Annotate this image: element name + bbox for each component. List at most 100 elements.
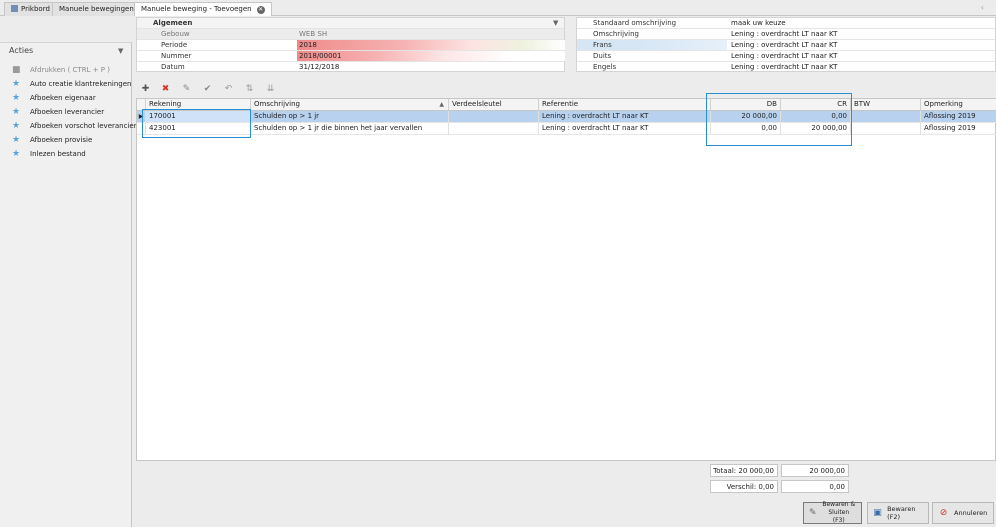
chevron-down-icon[interactable]: ▼	[118, 47, 123, 55]
cell-db[interactable]: 20 000,00	[711, 111, 781, 122]
sort-icon[interactable]: ⇅	[244, 84, 255, 95]
nummer-value: 2018/00001	[299, 52, 342, 60]
action-afdrukken[interactable]: ■ Afdrukken ( CTRL + P )	[12, 64, 110, 76]
undo-icon[interactable]: ↶	[223, 84, 234, 95]
table-row[interactable]: ▶ 170001 Schulden op > 1 jr Lening : ove…	[137, 111, 996, 123]
standaard-omschrijving-select[interactable]: maak uw keuze	[731, 18, 786, 28]
action-label: Afboeken vorschot leverancier	[30, 122, 137, 130]
descriptions-panel: Standaard omschrijving maak uw keuze Oms…	[576, 17, 996, 72]
bookings-grid: Rekening Omschrijving ▲ Verdeelsleutel R…	[136, 98, 996, 461]
save-close-button[interactable]: ✎ Bewaren & Sluiten (F3)	[803, 501, 862, 524]
tab-manuele-bewegingen[interactable]: Manuele bewegingen	[52, 2, 141, 16]
cell-btw[interactable]	[851, 123, 921, 134]
delete-icon[interactable]: ✖	[160, 84, 171, 95]
collapse-icon[interactable]: ‹	[981, 3, 984, 12]
cell-rekening[interactable]: 170001	[146, 111, 251, 122]
action-afboeken-eigenaar[interactable]: ★ Afboeken eigenaar	[12, 92, 96, 104]
action-label: Afboeken leverancier	[30, 108, 105, 116]
filter-icon[interactable]: ⇊	[265, 84, 276, 95]
save-icon: ▣	[873, 507, 882, 518]
cell-verdeelsleutel[interactable]	[449, 111, 539, 122]
cell-referentie[interactable]: Lening : overdracht LT naar KT	[539, 111, 711, 122]
close-icon[interactable]: ✕	[256, 6, 265, 14]
datum-input[interactable]: 31/12/2018	[299, 62, 339, 72]
cell-btw[interactable]	[851, 111, 921, 122]
col-referentie[interactable]: Referentie	[539, 99, 711, 110]
cancel-button[interactable]: ⊘ Annuleren	[932, 502, 994, 524]
action-afboeken-leverancier[interactable]: ★ Afboeken leverancier	[12, 106, 104, 118]
cell-cr[interactable]: 20 000,00	[781, 123, 851, 134]
action-afboeken-provisie[interactable]: ★ Afboeken provisie	[12, 134, 92, 146]
section-title: Algemeen	[153, 19, 193, 27]
field-label: Standaard omschrijving	[593, 19, 677, 27]
col-omschrijving[interactable]: Omschrijving ▲	[251, 99, 449, 110]
tab-manuele-beweging-toevoegen[interactable]: Manuele beweging - Toevoegen ✕	[134, 2, 272, 16]
actions-title: Acties	[9, 46, 34, 55]
duits-input[interactable]: Lening : overdracht LT naar KT	[731, 51, 837, 61]
totaal-cr: 20 000,00	[781, 464, 849, 477]
cell-opmerking[interactable]: Aflossing 2019	[921, 111, 996, 122]
star-icon: ★	[12, 121, 21, 131]
star-icon: ★	[12, 93, 21, 103]
action-inlezen-bestand[interactable]: ★ Inlezen bestand	[12, 148, 86, 160]
field-label: Duits	[593, 52, 612, 60]
cell-verdeelsleutel[interactable]	[449, 123, 539, 134]
field-standaard-omschrijving: Standaard omschrijving maak uw keuze	[577, 18, 995, 29]
cell-opmerking[interactable]: Aflossing 2019	[921, 123, 996, 134]
col-rekening[interactable]: Rekening	[146, 99, 251, 110]
field-datum: Datum 31/12/2018	[137, 62, 564, 73]
frans-input[interactable]: Lening : overdracht LT naar KT	[731, 40, 837, 50]
cell-cr[interactable]: 0,00	[781, 111, 851, 122]
col-verdeelsleutel[interactable]: Verdeelsleutel	[449, 99, 539, 110]
col-opmerking[interactable]: Opmerking	[921, 99, 996, 110]
button-label: Bewaren & Sluiten (F3)	[822, 501, 856, 524]
field-duits: Duits Lening : overdracht LT naar KT	[577, 51, 995, 62]
action-label: Afboeken eigenaar	[30, 94, 96, 102]
tab-prikbord[interactable]: Prikbord	[4, 2, 57, 16]
field-label: Engels	[593, 63, 617, 71]
button-label: Bewaren (F2)	[887, 505, 916, 521]
cell-omschrijving[interactable]: Schulden op > 1 jr die binnen het jaar v…	[251, 123, 449, 134]
field-label: Datum	[161, 63, 185, 71]
field-label: Nummer	[161, 52, 192, 60]
verschil-cr: 0,00	[781, 480, 849, 493]
chevron-down-icon[interactable]: ▼	[553, 18, 558, 28]
action-afboeken-vorschot[interactable]: ★ Afboeken vorschot leverancier	[12, 120, 137, 132]
row-indicator	[137, 123, 146, 134]
field-omschrijving: Omschrijving Lening : overdracht LT naar…	[577, 29, 995, 40]
cell-omschrijving[interactable]: Schulden op > 1 jr	[251, 111, 449, 122]
omschrijving-input[interactable]: Lening : overdracht LT naar KT	[731, 29, 837, 39]
field-periode: Periode 2018	[137, 40, 565, 51]
board-icon	[11, 5, 18, 12]
field-frans: Frans Lening : overdracht LT naar KT	[577, 40, 995, 51]
cell-referentie[interactable]: Lening : overdracht LT naar KT	[539, 123, 711, 134]
check-icon[interactable]: ✔	[202, 84, 213, 95]
star-icon: ★	[12, 79, 21, 89]
general-header: Algemeen ▼	[137, 18, 564, 29]
pencil-icon: ✎	[809, 507, 817, 518]
periode-input[interactable]: 2018	[297, 40, 565, 50]
button-label: Annuleren	[954, 509, 988, 517]
add-icon[interactable]: ✚	[140, 84, 151, 95]
tab-label: Manuele bewegingen	[59, 5, 134, 13]
col-cr[interactable]: CR	[781, 99, 851, 110]
col-btw[interactable]: BTW	[851, 99, 921, 110]
periode-value: 2018	[299, 41, 317, 49]
col-db[interactable]: DB	[711, 99, 781, 110]
field-label: Omschrijving	[593, 30, 639, 38]
table-row[interactable]: 423001 Schulden op > 1 jr die binnen het…	[137, 123, 996, 135]
save-button[interactable]: ▣ Bewaren (F2)	[867, 502, 929, 524]
action-label: Afboeken provisie	[30, 136, 93, 144]
field-gebouw: Gebouw WEB SH	[137, 29, 564, 40]
actions-pane-header	[0, 17, 132, 43]
engels-input[interactable]: Lening : overdracht LT naar KT	[731, 62, 837, 72]
star-icon: ★	[12, 135, 21, 145]
cell-rekening[interactable]: 423001	[146, 123, 251, 134]
grid-header: Rekening Omschrijving ▲ Verdeelsleutel R…	[137, 99, 996, 111]
action-auto-creatie[interactable]: ★ Auto creatie klantrekeningen	[12, 78, 131, 90]
row-indicator-header	[137, 99, 146, 110]
cell-db[interactable]: 0,00	[711, 123, 781, 134]
field-label: Frans	[593, 41, 612, 49]
edit-icon[interactable]: ✎	[181, 84, 192, 95]
nummer-input[interactable]: 2018/00001	[297, 51, 565, 61]
